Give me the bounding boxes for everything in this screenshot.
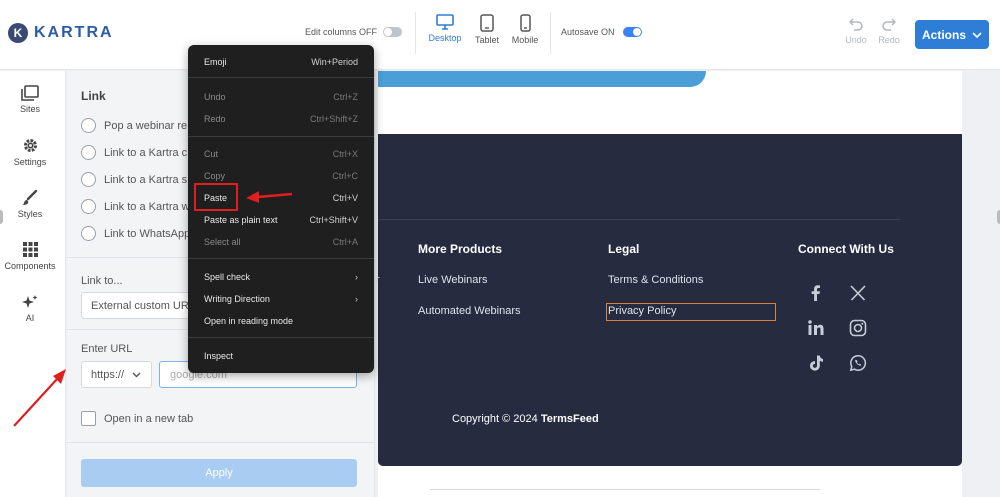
url-field-arrow-icon (13, 369, 66, 427)
annotation-arrows (13, 191, 293, 427)
paste-arrow-icon (246, 191, 293, 203)
